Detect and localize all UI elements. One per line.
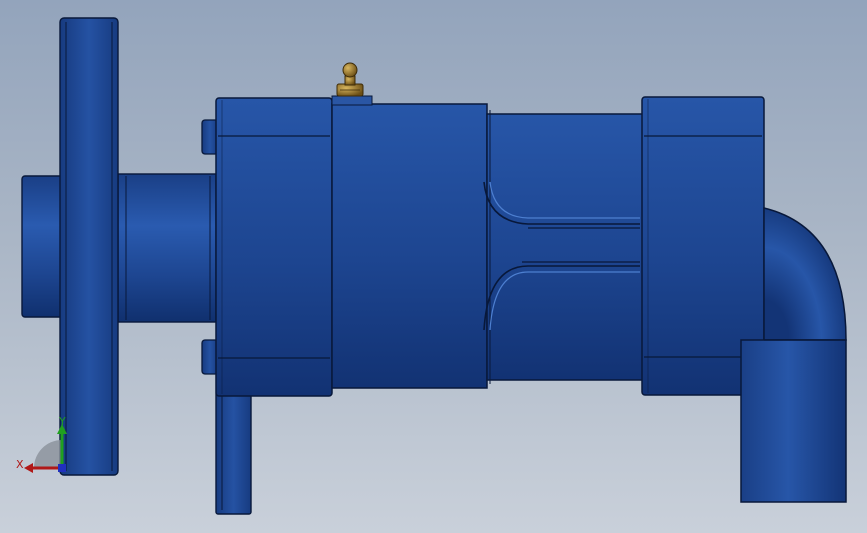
coordinate-triad — [24, 424, 67, 473]
torque-arm — [215, 391, 252, 515]
left-housing — [215, 97, 333, 397]
central-body — [331, 103, 488, 389]
triad-y-label: Y — [59, 415, 66, 428]
grease-fitting — [331, 62, 373, 106]
triad-x-label: X — [16, 458, 24, 471]
left-shaft — [117, 173, 217, 323]
mounting-flange — [59, 17, 119, 476]
outlet-pipe — [740, 339, 847, 503]
elbow-pipe — [763, 207, 847, 341]
left-shaft-stub — [21, 175, 65, 318]
triad-xy-plane — [34, 440, 62, 468]
barrel-section — [486, 113, 644, 381]
rotary-joint-model[interactable] — [0, 0, 867, 533]
cad-viewport[interactable]: Y X — [0, 0, 867, 533]
